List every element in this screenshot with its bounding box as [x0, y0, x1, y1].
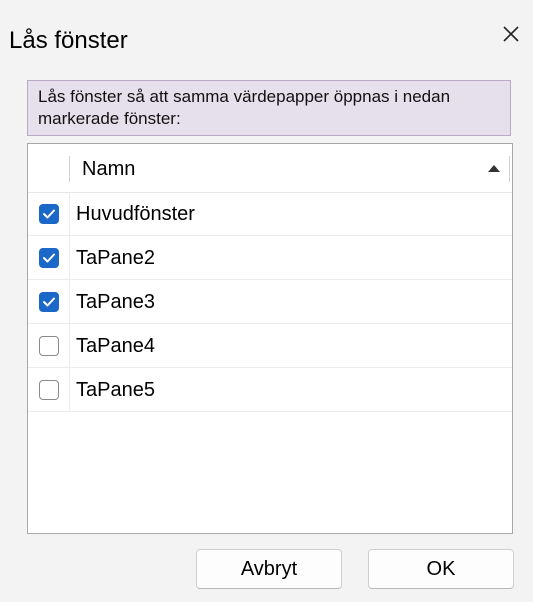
- list-item-label: TaPane4: [76, 335, 155, 357]
- close-button[interactable]: [489, 14, 533, 54]
- checkmark-icon: [43, 209, 55, 219]
- row-divider: [69, 368, 70, 411]
- checkmark-icon: [43, 297, 55, 307]
- list-item-label: TaPane2: [76, 247, 155, 269]
- row-divider: [69, 324, 70, 367]
- list-item-label: Huvudfönster: [76, 203, 195, 225]
- checkbox-unchecked[interactable]: [39, 380, 59, 400]
- list-item[interactable]: TaPane4: [28, 324, 512, 368]
- checkbox-checked[interactable]: [39, 292, 59, 312]
- row-divider: [69, 280, 70, 323]
- list-item-label: TaPane5: [76, 379, 155, 401]
- title-bar: Lås fönster: [0, 0, 533, 72]
- header-divider: [509, 156, 510, 182]
- list-header: Namn: [28, 144, 512, 193]
- checkbox-unchecked[interactable]: [39, 336, 59, 356]
- list-item[interactable]: TaPane5: [28, 368, 512, 412]
- lock-windows-dialog: Lås fönster Lås fönster så att samma vär…: [0, 0, 533, 602]
- column-header-name[interactable]: Namn: [82, 157, 135, 181]
- header-divider: [69, 156, 70, 182]
- row-divider: [69, 236, 70, 279]
- dialog-title: Lås fönster: [9, 27, 128, 54]
- list-item[interactable]: TaPane3: [28, 280, 512, 324]
- list-item-label: TaPane3: [76, 291, 155, 313]
- close-icon: [503, 26, 519, 42]
- list-item[interactable]: Huvudfönster: [28, 192, 512, 236]
- ok-button[interactable]: OK: [368, 549, 514, 589]
- checkbox-checked[interactable]: [39, 204, 59, 224]
- cancel-button[interactable]: Avbryt: [196, 549, 342, 589]
- list-item[interactable]: TaPane2: [28, 236, 512, 280]
- info-message: Lås fönster så att samma värdepapper öpp…: [27, 80, 511, 136]
- row-divider: [69, 192, 70, 235]
- sort-ascending-icon[interactable]: [488, 164, 500, 172]
- checkbox-checked[interactable]: [39, 248, 59, 268]
- window-list[interactable]: Namn Huvudfönster TaPane2 TaPane3 TaPane…: [27, 143, 513, 534]
- checkmark-icon: [43, 253, 55, 263]
